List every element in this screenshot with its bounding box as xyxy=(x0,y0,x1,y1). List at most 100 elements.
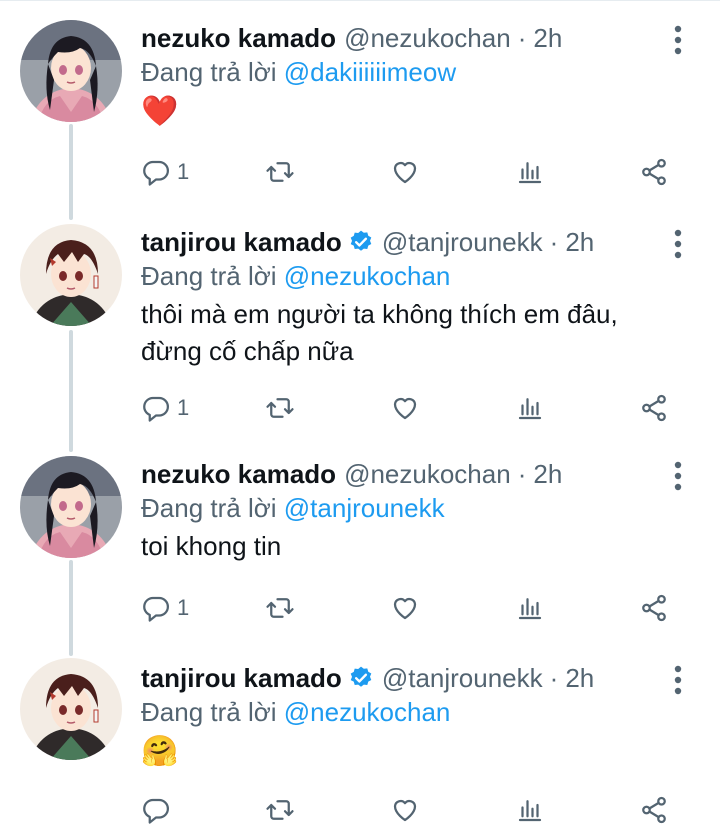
retweet-button[interactable] xyxy=(265,390,295,426)
timestamp[interactable]: 2h xyxy=(565,226,594,258)
stats-button[interactable] xyxy=(515,390,545,426)
replying-to: Đang trả lời @nezukochan xyxy=(141,260,680,292)
reply-icon xyxy=(143,396,169,422)
like-icon xyxy=(393,597,417,620)
like-icon xyxy=(393,397,417,420)
nezuko-avatar-icon xyxy=(20,20,122,122)
more-icon xyxy=(674,229,682,259)
avatar[interactable] xyxy=(20,20,122,122)
timestamp[interactable]: 2h xyxy=(565,662,594,694)
replying-to-label: Đang trả lời xyxy=(141,493,284,523)
tweet-text: toi khong tin xyxy=(141,531,282,561)
more-options-button[interactable] xyxy=(664,662,692,698)
nezuko-avatar-icon xyxy=(20,456,122,558)
replying-to: Đang trả lời @nezukochan xyxy=(141,696,680,728)
stats-button[interactable] xyxy=(515,154,545,190)
user-handle[interactable]: @tanjrounekk xyxy=(382,226,543,258)
user-handle[interactable]: @nezukochan xyxy=(344,22,511,54)
replying-to-label: Đang trả lời xyxy=(141,261,284,291)
separator-dot: · xyxy=(517,23,527,53)
tweet-header: nezuko kamado @nezukochan · 2h xyxy=(141,458,680,490)
replying-to: Đang trả lời @tanjrounekk xyxy=(141,492,680,524)
retweet-button[interactable] xyxy=(265,792,295,828)
display-name[interactable]: tanjirou kamado xyxy=(141,662,342,694)
timestamp[interactable]: 2h xyxy=(533,22,562,54)
retweet-icon xyxy=(266,162,294,182)
display-name[interactable]: nezuko kamado xyxy=(141,458,336,490)
tweet-actions xyxy=(141,792,681,828)
retweet-icon xyxy=(266,398,294,418)
tweet-text-line: thôi mà em người ta không thích em đâu, xyxy=(141,299,618,329)
separator-dot: · xyxy=(549,227,559,257)
more-icon xyxy=(674,461,682,491)
share-icon xyxy=(642,394,666,422)
tweet-header: tanjirou kamado @tanjrounekk · 2h xyxy=(141,662,680,694)
avatar[interactable] xyxy=(20,456,122,558)
reply-count: 1 xyxy=(177,159,190,184)
tweet-actions: 1 xyxy=(141,390,681,426)
tweet[interactable]: tanjirou kamado @tanjrounekk · 2h Đang t… xyxy=(0,210,720,446)
display-name[interactable]: nezuko kamado xyxy=(141,22,336,54)
tweet-header: tanjirou kamado @tanjrounekk · 2h xyxy=(141,226,680,258)
user-handle[interactable]: @nezukochan xyxy=(344,458,511,490)
like-button[interactable] xyxy=(390,154,420,190)
reply-icon xyxy=(143,798,169,824)
replying-to: Đang trả lời @dakiiiiiimeow xyxy=(141,56,680,88)
tweet[interactable]: tanjirou kamado @tanjrounekk · 2h Đang t… xyxy=(0,646,720,840)
reply-button[interactable] xyxy=(141,792,177,828)
retweet-icon xyxy=(266,800,294,820)
verified-badge-icon xyxy=(348,665,374,691)
tweet-text: ❤️ xyxy=(141,95,179,128)
share-button[interactable] xyxy=(639,154,669,190)
like-button[interactable] xyxy=(390,792,420,828)
reply-count: 1 xyxy=(177,395,190,420)
stats-icon xyxy=(518,800,542,822)
more-options-button[interactable] xyxy=(664,226,692,262)
replying-to-label: Đang trả lời xyxy=(141,697,284,727)
retweet-button[interactable] xyxy=(265,154,295,190)
reply-icon xyxy=(143,596,169,622)
avatar[interactable] xyxy=(20,224,122,326)
more-icon xyxy=(674,665,682,695)
stats-button[interactable] xyxy=(515,590,545,626)
stats-button[interactable] xyxy=(515,792,545,828)
reply-count: 1 xyxy=(177,595,190,620)
tweet[interactable]: nezuko kamado @nezukochan · 2h Đang trả … xyxy=(0,0,720,210)
reply-button[interactable]: 1 xyxy=(141,154,189,190)
reply-button[interactable]: 1 xyxy=(141,590,189,626)
retweet-icon xyxy=(266,598,294,618)
reply-target-link[interactable]: @nezukochan xyxy=(284,261,451,291)
more-icon xyxy=(674,25,682,55)
retweet-button[interactable] xyxy=(265,590,295,626)
like-icon xyxy=(393,161,417,184)
stats-icon xyxy=(518,162,542,184)
reply-target-link[interactable]: @tanjrounekk xyxy=(284,493,445,523)
share-button[interactable] xyxy=(639,590,669,626)
tweet-text-line: đừng cố chấp nữa xyxy=(141,336,354,366)
like-button[interactable] xyxy=(390,390,420,426)
tweet-text: thôi mà em người ta không thích em đâu, … xyxy=(141,296,680,370)
share-icon xyxy=(642,158,666,186)
display-name[interactable]: tanjirou kamado xyxy=(141,226,342,258)
tweet-header: nezuko kamado @nezukochan · 2h xyxy=(141,22,680,54)
share-button[interactable] xyxy=(639,390,669,426)
reply-button[interactable]: 1 xyxy=(141,390,189,426)
separator-dot: · xyxy=(517,459,527,489)
user-handle[interactable]: @tanjrounekk xyxy=(382,662,543,694)
timestamp[interactable]: 2h xyxy=(533,458,562,490)
share-button[interactable] xyxy=(639,792,669,828)
verified-badge-icon xyxy=(348,229,374,255)
reply-target-link[interactable]: @dakiiiiiimeow xyxy=(284,57,456,87)
stats-icon xyxy=(518,598,542,620)
like-icon xyxy=(393,799,417,822)
tweet-text: 🤗 xyxy=(141,735,179,768)
reply-target-link[interactable]: @nezukochan xyxy=(284,697,451,727)
tanjiro-avatar-icon xyxy=(20,224,122,326)
tweet[interactable]: nezuko kamado @nezukochan · 2h Đang trả … xyxy=(0,446,720,646)
more-options-button[interactable] xyxy=(664,22,692,58)
share-icon xyxy=(642,796,666,824)
tanjiro-avatar-icon xyxy=(20,658,122,760)
more-options-button[interactable] xyxy=(664,458,692,494)
like-button[interactable] xyxy=(390,590,420,626)
avatar[interactable] xyxy=(20,658,122,760)
